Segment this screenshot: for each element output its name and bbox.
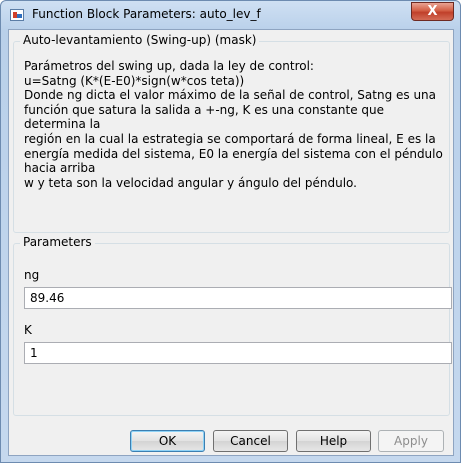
apply-button: Apply <box>378 430 444 452</box>
title-bar[interactable]: Function Block Parameters: auto_lev_f X <box>1 1 460 29</box>
description-line: determina la <box>24 117 101 132</box>
ok-button[interactable]: OK <box>130 430 205 452</box>
description-line: región en la cual la estrategia se compo… <box>24 131 436 146</box>
dialog-body: Auto-levantamiento (Swing-up) (mask) Par… <box>8 29 454 456</box>
ng-label: ng <box>24 268 40 282</box>
mask-description-group: Auto-levantamiento (Swing-up) (mask) Par… <box>13 33 450 233</box>
description-line: Donde ng dicta el valor máximo de la señ… <box>24 88 437 103</box>
parameters-group: Parameters ng 89.46 K 1 <box>13 235 452 416</box>
k-label: K <box>24 323 32 337</box>
close-icon: X <box>427 4 438 19</box>
mask-description: Parámetros del swing up, dada la ley de … <box>24 59 449 190</box>
help-button[interactable]: Help <box>296 430 371 452</box>
description-line: u=Satng (K*(E-E0)*sign(w*cos teta)) <box>24 73 245 88</box>
window-title: Function Block Parameters: auto_lev_f <box>32 7 261 21</box>
k-input[interactable]: 1 <box>24 342 452 364</box>
simulink-block-icon <box>10 9 24 21</box>
ng-input[interactable]: 89.46 <box>24 287 452 309</box>
description-line: w y teta son la velocidad angular y ángu… <box>24 175 357 190</box>
description-line: Parámetros del swing up, dada la ley de … <box>24 59 314 73</box>
description-line: hacia arriba <box>24 161 96 176</box>
dialog-window: Function Block Parameters: auto_lev_f X … <box>0 0 461 463</box>
description-line: energía medida del sistema, E0 la energí… <box>24 146 443 161</box>
close-button[interactable]: X <box>411 2 454 21</box>
cancel-button[interactable]: Cancel <box>213 430 288 452</box>
description-line: función que satura la salida a +-ng, K e… <box>24 102 385 117</box>
mask-group-title: Auto-levantamiento (Swing-up) (mask) <box>20 33 260 47</box>
parameters-group-title: Parameters <box>20 235 95 249</box>
